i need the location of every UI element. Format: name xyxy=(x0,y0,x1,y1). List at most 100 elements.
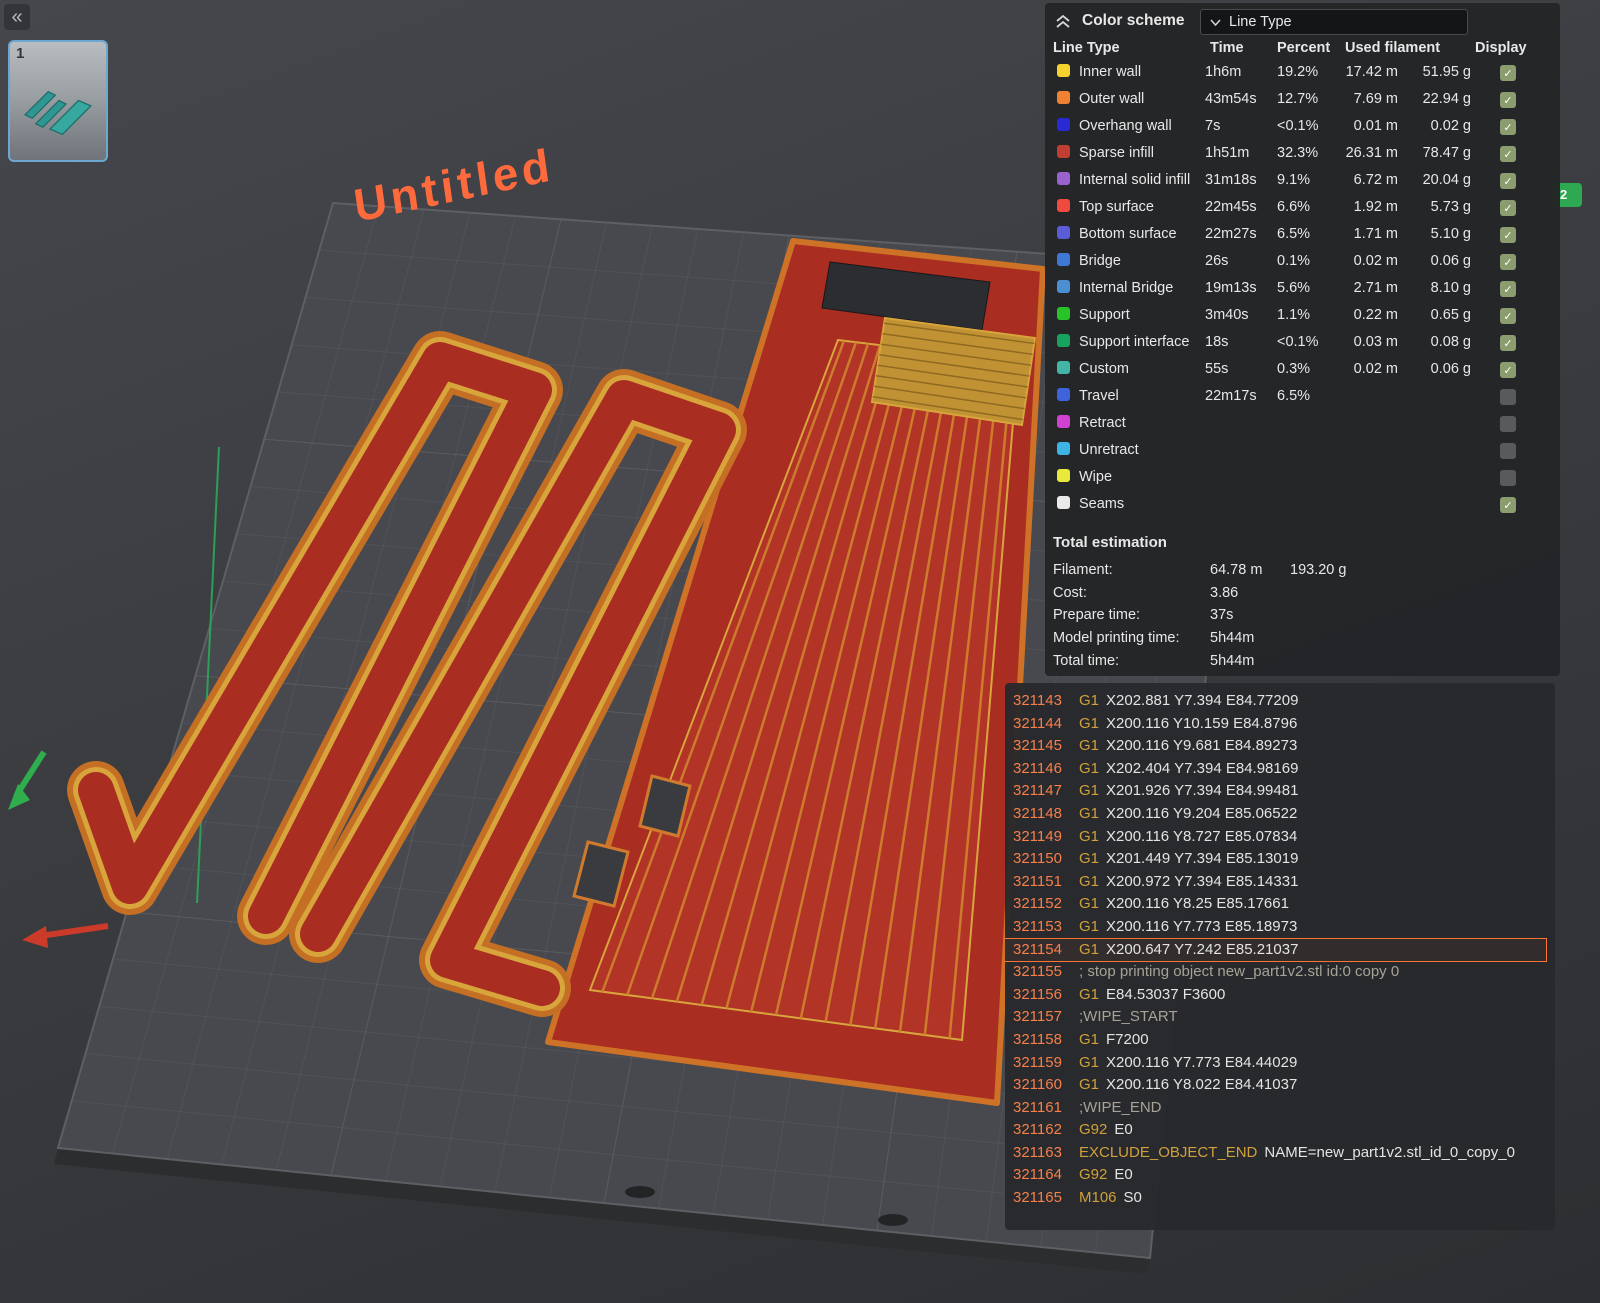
display-checkbox[interactable]: ✓ xyxy=(1500,281,1516,297)
line-type-time: 22m27s xyxy=(1205,226,1257,242)
gcode-line[interactable]: 321152 G1 X200.116 Y8.25 E85.17661 xyxy=(1005,893,1546,916)
collapse-panel-icon[interactable] xyxy=(1055,14,1071,33)
line-type-time: 18s xyxy=(1205,334,1229,350)
display-checkbox[interactable]: ✓ xyxy=(1500,119,1516,135)
display-checkbox[interactable]: ✓ xyxy=(1500,362,1516,378)
line-type-used-weight: 0.08 g xyxy=(1430,334,1471,350)
gcode-command: G1 xyxy=(1079,737,1100,755)
display-checkbox[interactable] xyxy=(1500,389,1516,405)
gcode-line[interactable]: 321147 G1 X201.926 Y7.394 E84.99481 xyxy=(1005,780,1546,803)
line-type-used-length: 26.31 m xyxy=(1345,145,1398,161)
gcode-line-number: 321165 xyxy=(1013,1189,1062,1207)
line-type-time: 7s xyxy=(1205,118,1221,134)
gcode-line[interactable]: 321163 EXCLUDE_OBJECT_END NAME=new_part1v2… xyxy=(1005,1142,1546,1165)
display-checkbox[interactable]: ✓ xyxy=(1500,173,1516,189)
display-checkbox[interactable]: ✓ xyxy=(1500,497,1516,513)
gcode-line[interactable]: 321157 ;WIPE_START xyxy=(1005,1006,1546,1029)
line-type-swatch xyxy=(1057,226,1070,239)
gcode-line-number: 321160 xyxy=(1013,1076,1062,1094)
gcode-params: NAME=new_part1v2.stl_id_0_copy_0 xyxy=(1264,1143,1515,1161)
view-type-dropdown[interactable]: Line Type xyxy=(1200,9,1468,35)
gcode-line[interactable]: 321149 G1 X200.116 Y8.727 E85.07834 xyxy=(1005,826,1546,849)
gcode-params: X200.116 Y7.773 E84.44029 xyxy=(1106,1053,1298,1071)
display-checkbox[interactable]: ✓ xyxy=(1500,254,1516,270)
estimation-label: Total time: xyxy=(1053,652,1120,669)
estimation-value: 5h44m xyxy=(1210,652,1255,669)
gcode-line-number: 321162 xyxy=(1013,1121,1062,1139)
gcode-params: E84.53037 F3600 xyxy=(1106,985,1226,1003)
gcode-command: G1 xyxy=(1079,827,1100,845)
line-type-row: Sparse infill 1h51m 32.3% 26.31 m 78.47 g ✓ xyxy=(1045,141,1560,168)
gcode-line[interactable]: 321146 G1 X202.404 Y7.394 E84.98169 xyxy=(1005,758,1546,781)
gcode-command: G1 xyxy=(1079,895,1100,913)
gcode-params: X200.116 Y7.773 E85.18973 xyxy=(1106,917,1298,935)
line-type-row: Retract xyxy=(1045,411,1560,438)
estimation-value: 37s xyxy=(1210,607,1234,624)
gcode-viewer-panel[interactable]: 321143 G1 X202.881 Y7.394 E84.77209 321144 G… xyxy=(1005,683,1555,1230)
gcode-line[interactable]: 321159 G1 X200.116 Y7.773 E84.44029 xyxy=(1005,1052,1546,1075)
line-type-used-weight: 0.65 g xyxy=(1430,307,1471,323)
line-type-percent: 6.5% xyxy=(1277,226,1311,242)
gcode-line[interactable]: 321150 G1 X201.449 Y7.394 E85.13019 xyxy=(1005,848,1546,871)
gcode-line-number: 321153 xyxy=(1013,917,1062,935)
gcode-line[interactable]: 321158 G1 F7200 xyxy=(1005,1029,1546,1052)
column-percent: Percent xyxy=(1277,40,1331,56)
line-type-name: Unretract xyxy=(1079,442,1139,458)
gcode-line[interactable]: 321154 G1 X200.647 Y7.242 E85.21037 xyxy=(1005,937,1547,963)
total-estimation-rows: Filament: 64.78 m 193.20 g Cost: 3.86 Prepare… xyxy=(1045,560,1560,673)
gcode-command: M106 xyxy=(1079,1189,1117,1207)
column-line-type: Line Type xyxy=(1053,40,1120,56)
gcode-line[interactable]: 321148 G1 X200.116 Y9.204 E85.06522 xyxy=(1005,803,1546,826)
gcode-line[interactable]: 321143 G1 X202.881 Y7.394 E84.77209 xyxy=(1005,690,1546,713)
display-checkbox[interactable]: ✓ xyxy=(1500,200,1516,216)
gcode-line-number: 321145 xyxy=(1013,737,1062,755)
gcode-line[interactable]: 321156 G1 E84.53037 F3600 xyxy=(1005,984,1546,1007)
plate-thumbnail-model xyxy=(23,90,93,136)
gcode-params: X201.449 Y7.394 E85.13019 xyxy=(1106,850,1299,868)
gcode-line[interactable]: 321155 ; stop printing object new_part1v2… xyxy=(1005,961,1546,984)
estimation-label: Cost: xyxy=(1053,584,1087,601)
display-checkbox[interactable]: ✓ xyxy=(1500,308,1516,324)
gcode-params: X200.116 Y9.204 E85.06522 xyxy=(1106,804,1298,822)
gcode-line[interactable]: 321145 G1 X200.116 Y9.681 E84.89273 xyxy=(1005,735,1546,758)
display-checkbox[interactable]: ✓ xyxy=(1500,92,1516,108)
gcode-params: X200.116 Y10.159 E84.8796 xyxy=(1106,714,1298,732)
line-type-row: Bridge 26s 0.1% 0.02 m 0.06 g ✓ xyxy=(1045,249,1560,276)
collapse-sidebar-icon[interactable]: « xyxy=(4,4,30,30)
line-type-name: Top surface xyxy=(1079,199,1154,215)
gcode-line[interactable]: 321151 G1 X200.972 Y7.394 E85.14331 xyxy=(1005,871,1546,894)
line-type-row: Overhang wall 7s <0.1% 0.01 m 0.02 g ✓ xyxy=(1045,114,1560,141)
gcode-line[interactable]: 321162 G92 E0 xyxy=(1005,1119,1546,1142)
gcode-line[interactable]: 321153 G1 X200.116 Y7.773 E85.18973 xyxy=(1005,916,1546,939)
display-checkbox[interactable] xyxy=(1500,443,1516,459)
estimation-value: 5h44m xyxy=(1210,630,1255,647)
gcode-command: G92 xyxy=(1079,1166,1108,1184)
line-type-time: 1h6m xyxy=(1205,64,1242,80)
gcode-line-number: 321148 xyxy=(1013,804,1062,822)
gcode-line[interactable]: 321144 G1 X200.116 Y10.159 E84.8796 xyxy=(1005,713,1546,736)
gcode-comment: ;WIPE_END xyxy=(1079,1098,1162,1116)
gcode-command: G1 xyxy=(1079,782,1100,800)
estimation-value: 3.86 xyxy=(1210,584,1239,601)
gcode-line[interactable]: 321161 ;WIPE_END xyxy=(1005,1097,1546,1120)
display-checkbox[interactable] xyxy=(1500,470,1516,486)
display-checkbox[interactable]: ✓ xyxy=(1500,227,1516,243)
line-type-used-weight: 5.73 g xyxy=(1430,199,1471,215)
display-checkbox[interactable]: ✓ xyxy=(1500,65,1516,81)
gcode-command: G1 xyxy=(1079,759,1100,777)
gcode-line[interactable]: 321164 G92 E0 xyxy=(1005,1164,1546,1187)
display-checkbox[interactable]: ✓ xyxy=(1500,335,1516,351)
display-checkbox[interactable]: ✓ xyxy=(1500,146,1516,162)
display-checkbox[interactable] xyxy=(1500,416,1516,432)
line-type-row: Custom 55s 0.3% 0.02 m 0.06 g ✓ xyxy=(1045,357,1560,384)
line-type-row: Seams ✓ xyxy=(1045,492,1560,519)
gcode-params: E0 xyxy=(1114,1166,1133,1184)
plate-thumbnail[interactable]: 1 xyxy=(8,40,108,162)
gcode-line-number: 321147 xyxy=(1013,782,1062,800)
line-type-swatch xyxy=(1057,91,1070,104)
line-type-time: 22m45s xyxy=(1205,199,1257,215)
line-type-used-length: 0.02 m xyxy=(1353,253,1398,269)
gcode-line[interactable]: 321165 M106 S0 xyxy=(1005,1187,1546,1210)
gcode-line[interactable]: 321160 G1 X200.116 Y8.022 E84.41037 xyxy=(1005,1074,1546,1097)
gcode-line-number: 321164 xyxy=(1013,1166,1062,1184)
